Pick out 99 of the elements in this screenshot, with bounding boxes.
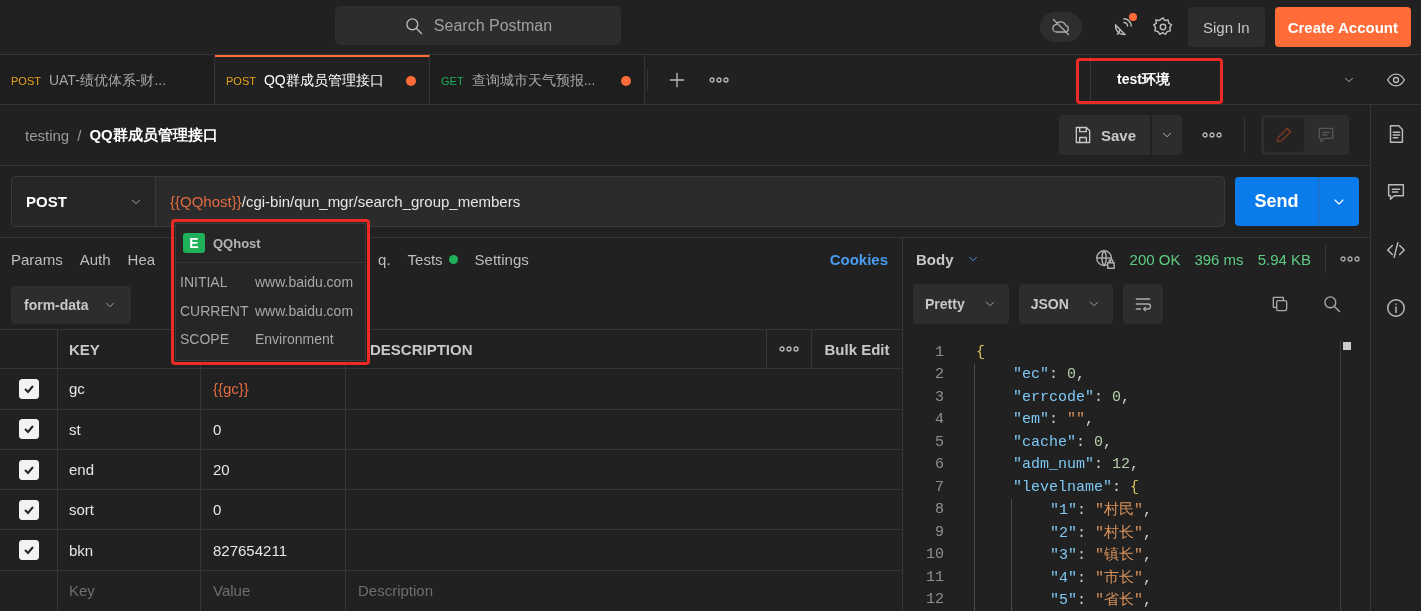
more-icon[interactable]: [1340, 256, 1360, 262]
line-number: 5: [934, 433, 945, 451]
section-tab[interactable]: Tests: [407, 250, 458, 268]
line-number: 8: [934, 501, 945, 519]
cookies-link[interactable]: Cookies: [829, 250, 888, 268]
collection-link[interactable]: testing: [25, 126, 70, 144]
table-cell: {{gc}}: [213, 380, 249, 398]
response-time: 396 ms: [1194, 250, 1244, 268]
checkbox[interactable]: [18, 459, 39, 480]
pencil-icon: [1274, 125, 1294, 145]
table-cell: 0: [213, 420, 222, 438]
checkbox[interactable]: [18, 540, 39, 561]
code-line: "em": "",: [1012, 411, 1095, 429]
line-number: 9: [934, 523, 945, 541]
line-number: 2: [934, 366, 945, 384]
info-icon[interactable]: [1385, 297, 1407, 319]
search-field[interactable]: Search Postman: [335, 6, 621, 45]
tab-title: 查询城市天气预报...: [471, 71, 597, 90]
checkbox[interactable]: [18, 419, 39, 440]
line-number: 3: [934, 388, 945, 406]
globe-lock-icon: [1093, 248, 1116, 270]
description-input-field[interactable]: Description: [358, 582, 902, 600]
checkbox[interactable]: [18, 499, 39, 520]
cloud-off-button[interactable]: [1040, 12, 1082, 42]
column-header: KEY: [69, 340, 100, 358]
line-number: 11: [925, 568, 945, 586]
field-value: www.baidu.com: [255, 274, 354, 291]
breadcrumb-separator: /: [77, 126, 82, 144]
satellite-icon[interactable]: [1112, 16, 1134, 38]
variable-name: QQhost: [213, 235, 261, 251]
sign-in-button[interactable]: Sign In: [1188, 7, 1265, 47]
section-tab[interactable]: Settings: [474, 250, 529, 268]
status-code: 200 OK: [1129, 250, 1181, 268]
scrollbar[interactable]: [1340, 340, 1351, 611]
bulk-edit-button[interactable]: Bulk Edit: [824, 340, 890, 358]
code-line: {: [975, 343, 985, 361]
cloud-off-icon: [1051, 17, 1071, 37]
section-tab[interactable]: Params: [11, 250, 63, 268]
field-label: SCOPE: [180, 331, 230, 348]
request-name: QQ群成员管理接口: [89, 125, 218, 145]
code-line: "2": "村长",: [1049, 523, 1153, 542]
line-number: 12: [925, 591, 945, 609]
key-input-field[interactable]: Key: [69, 582, 200, 600]
field-value: www.baidu.com: [255, 302, 354, 319]
code-line: "errcode": 0,: [1012, 388, 1131, 406]
search-icon: [403, 15, 424, 36]
code-line: "1": "村民",: [1049, 500, 1153, 520]
code-line: "5": "省长",: [1049, 590, 1153, 610]
tab-title: UAT-绩优体系-财...: [48, 71, 168, 90]
line-number: 7: [934, 478, 945, 496]
code-line: "levelname": {: [1012, 478, 1140, 496]
section-tab[interactable]: Hea: [127, 250, 156, 268]
comment-icon[interactable]: [1385, 181, 1407, 203]
code-line: "ec": 0,: [1012, 366, 1086, 384]
table-cell: end: [69, 461, 95, 478]
line-number: 1: [934, 343, 945, 361]
table-cell: st: [69, 420, 81, 438]
method-label: GET: [441, 74, 464, 87]
search-icon[interactable]: [1322, 294, 1342, 314]
settings-icon[interactable]: [1152, 16, 1174, 38]
column-header: DESCRIPTION: [370, 340, 473, 358]
copy-icon[interactable]: [1270, 294, 1290, 314]
table-cell: gc: [69, 380, 85, 398]
language-dropdown[interactable]: JSON: [1018, 284, 1113, 324]
code-line: "4": "市长",: [1049, 568, 1153, 587]
checkbox[interactable]: [18, 378, 39, 399]
more-icon[interactable]: [779, 346, 799, 353]
table-cell: sort: [69, 501, 94, 519]
method-label: POST: [226, 74, 256, 87]
field-label: CURRENT: [180, 302, 250, 319]
save-button[interactable]: Save: [1058, 115, 1150, 155]
line-number: 4: [934, 411, 945, 429]
table-cell: 0: [213, 501, 222, 519]
section-tab[interactable]: Auth: [79, 250, 111, 268]
line-number: 10: [925, 546, 945, 564]
line-number: 6: [934, 456, 945, 474]
code-line: "adm_num": 12,: [1012, 456, 1140, 474]
table-cell: bkn: [69, 541, 94, 559]
value-input-field[interactable]: Value: [213, 582, 345, 600]
comment-icon: [1316, 125, 1336, 145]
response-view-dropdown[interactable]: Body: [916, 250, 980, 268]
body-type-dropdown[interactable]: form-data: [11, 285, 131, 324]
code-line: "cache": 0,: [1012, 433, 1113, 451]
more-icon[interactable]: [1202, 132, 1222, 138]
code-line: "3": "镇长",: [1049, 546, 1153, 565]
section-tab[interactable]: q.: [378, 250, 391, 268]
code-icon[interactable]: [1385, 239, 1407, 261]
response-size: 5.94 KB: [1257, 250, 1311, 268]
field-value: Environment: [255, 331, 334, 348]
table-cell: 20: [213, 461, 230, 478]
tab-title: QQ群成员管理接口: [263, 71, 385, 90]
more-icon[interactable]: [709, 76, 729, 83]
method-label: POST: [11, 74, 41, 87]
format-dropdown[interactable]: Pretty: [913, 284, 1009, 324]
request-tab[interactable]: POST QQ群成员管理接口: [215, 55, 430, 104]
environment-selector[interactable]: test环境: [1090, 55, 1370, 104]
environment-badge: E: [183, 233, 205, 253]
field-label: INITIAL: [180, 274, 229, 291]
table-cell: 827654211: [213, 541, 287, 559]
